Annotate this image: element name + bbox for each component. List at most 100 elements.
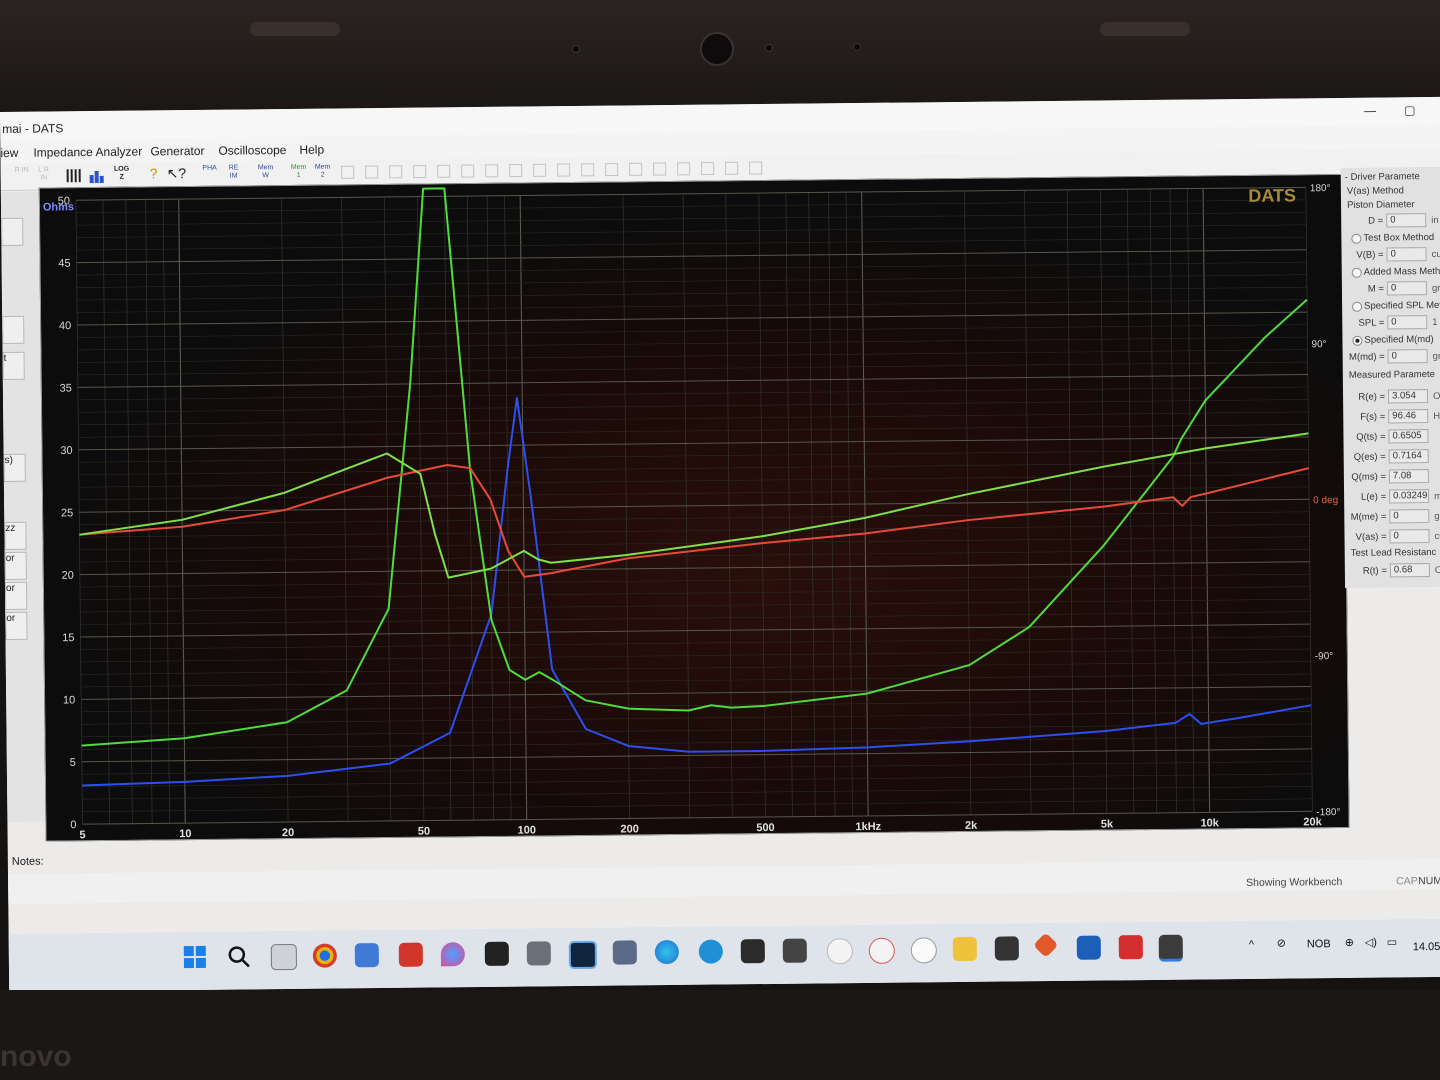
x-tick-label: 10 [179,828,191,840]
measured-param-field[interactable]: 3.054 [1387,389,1429,404]
left-strip-button[interactable]: or [4,581,28,610]
left-strip-label: t [3,352,7,364]
app-icon[interactable] [740,939,765,964]
inactive-memory-icon [723,159,741,177]
app-icon[interactable] [994,936,1019,961]
left-strip-button[interactable]: zz [4,521,27,550]
m-field[interactable]: 0 [1386,281,1427,296]
chevron-up-icon[interactable]: ^ [1249,939,1254,951]
inactive-memory-icon [363,163,381,181]
measured-param-field[interactable]: 0.7164 [1388,449,1429,464]
acrobat-icon[interactable] [398,942,423,967]
left-strip-button[interactable]: s) [3,453,26,482]
inactive-memory-icon [675,160,693,178]
d-field[interactable]: 0 [1386,213,1427,228]
file-explorer-icon[interactable] [952,936,977,962]
menu-view[interactable]: iew [0,146,18,160]
app-icon[interactable] [1118,935,1143,960]
specified-spl-radio[interactable] [1352,301,1363,312]
pha-button[interactable]: PHA [201,165,219,183]
search-icon[interactable] [227,944,251,968]
lightroom-icon[interactable] [568,940,598,970]
music-icon[interactable] [868,937,895,964]
added-mass-method-radio[interactable] [1351,267,1362,278]
left-strip-label: s) [4,454,14,466]
y-tick-label: 5 [70,757,76,769]
app-icon[interactable] [910,937,937,964]
app-icon[interactable] [782,938,807,963]
r-in-button[interactable]: R IN [13,167,31,185]
chrome-icon[interactable] [312,943,337,968]
left-strip-button[interactable]: or [4,551,27,580]
ohms-unit-label: Ohms [43,201,74,213]
sonos-icon[interactable] [484,941,509,966]
windows-start-icon[interactable] [183,945,207,969]
app-icon[interactable] [1076,935,1101,960]
plot-background [39,174,1349,841]
log-z-button[interactable]: LOG Z [113,166,131,184]
measured-param-field[interactable]: 7.08 [1388,469,1429,484]
app-icon[interactable] [612,940,637,965]
inactive-memory-icon [411,163,429,181]
measured-param-unit: m [1434,490,1440,503]
measured-param-field[interactable]: 0 [1389,529,1430,544]
globe-icon[interactable]: ⊕ [1345,936,1354,949]
measured-parameters-list: R(e) = 3.054 O F(s) = 96.46 H Q(ts) = 0.6505 Q(e… [1341,167,1440,544]
menu-help[interactable]: Help [299,143,324,157]
app-icon[interactable] [826,938,853,965]
whats-this-icon[interactable]: ↖? [167,165,187,183]
left-strip-button[interactable] [1,217,24,246]
specified-spl-label: Specified SPL Met [1364,299,1440,312]
app-icon[interactable] [698,939,723,964]
drop-app-icon[interactable] [440,942,465,967]
measured-param-field[interactable]: 0 [1389,509,1430,524]
vb-unit: cu [1431,248,1440,261]
menu-generator[interactable]: Generator [150,144,204,159]
test-box-method-label: Test Box Method [1363,231,1435,244]
test-box-method-radio[interactable] [1351,233,1362,244]
y-tick-label: 20 [62,570,74,582]
photos-app-icon[interactable] [526,941,551,966]
measured-param-field[interactable]: 0.6505 [1388,429,1429,444]
inactive-memory-icon [507,162,525,180]
y-tick-label: 30 [60,445,72,457]
minimize-button[interactable]: — [1364,104,1376,118]
help-icon[interactable]: ? [145,165,163,183]
network-icon[interactable]: ⊘ [1277,937,1286,950]
left-strip-button[interactable] [2,315,25,344]
impedance-plot[interactable]: 50 45 40 35 30 25 20 15 10 5 0 5 10 20 50 100 200 500 1kHz… [38,173,1350,842]
battery-icon[interactable]: ▭ [1387,935,1398,948]
bars-icon[interactable] [65,166,83,184]
left-strip-button[interactable]: t [2,351,25,380]
task-view-icon[interactable] [270,943,298,971]
mmd-field[interactable]: 0 [1387,349,1428,364]
volume-icon[interactable]: ◁) [1365,936,1377,949]
vb-field[interactable]: 0 [1386,247,1427,262]
app-icon[interactable] [1033,932,1059,958]
mem-2-button[interactable]: Mem 2 [314,164,332,182]
inactive-memory-icon [555,161,573,179]
edge-icon[interactable] [654,939,679,965]
mem-w-button[interactable]: Mem W [257,164,275,182]
store-icon[interactable] [354,943,379,968]
specified-mmd-radio[interactable] [1352,335,1363,346]
restore-button[interactable]: ▢ [1404,103,1415,117]
lr-in-button[interactable]: L R IN [35,166,53,184]
rt-field[interactable]: 0.68 [1389,563,1430,578]
language-indicator[interactable]: NOB [1307,938,1331,950]
spl-field[interactable]: 0 [1387,315,1428,330]
re-im-button[interactable]: RE IM [225,164,243,182]
inactive-memory-icon [651,160,669,178]
y-tick-label: 10 [63,694,75,706]
mem-1-button[interactable]: Mem 1 [290,164,308,182]
dats-taskbar-icon[interactable] [1158,934,1183,962]
menu-impedance-analyzer[interactable]: Impedance Analyzer [33,145,142,160]
clock-date[interactable]: 14.05.2 [1413,941,1440,953]
measured-param-label: Q(ts) = [1356,431,1386,443]
inactive-memory-icon [459,162,477,180]
spectrum-icon[interactable] [89,166,107,184]
measured-param-field[interactable]: 96.46 [1388,409,1429,424]
measured-param-field[interactable]: 0.03249 [1389,489,1430,504]
menu-oscilloscope[interactable]: Oscilloscope [218,143,286,158]
left-strip-button[interactable]: or [5,611,28,640]
